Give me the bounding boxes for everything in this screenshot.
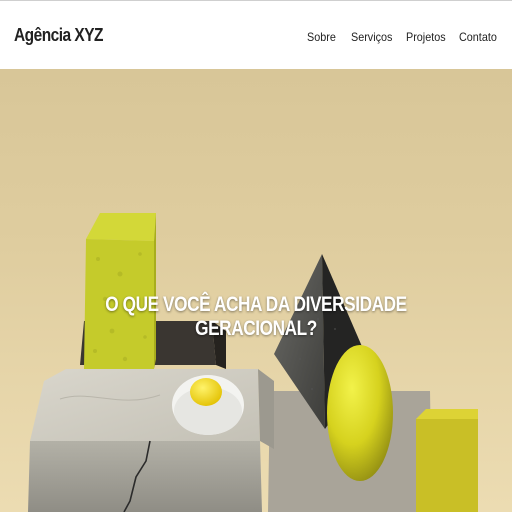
site-header: Agência XYZ Sobre Serviços Projetos Cont… <box>0 0 512 69</box>
nav-link-contato[interactable]: Contato <box>459 30 497 44</box>
nav-link-servicos[interactable]: Serviços <box>351 30 392 44</box>
site-logo[interactable]: Agência XYZ <box>14 25 103 46</box>
nav-link-sobre[interactable]: Sobre <box>307 30 336 44</box>
hero-section: O QUE VOCÊ ACHA DA DIVERSIDADE GERACIONA… <box>0 69 512 512</box>
hero-image <box>28 213 478 512</box>
hero-headline: O QUE VOCÊ ACHA DA DIVERSIDADE GERACIONA… <box>105 293 407 340</box>
nav-link-projetos[interactable]: Projetos <box>406 30 446 44</box>
